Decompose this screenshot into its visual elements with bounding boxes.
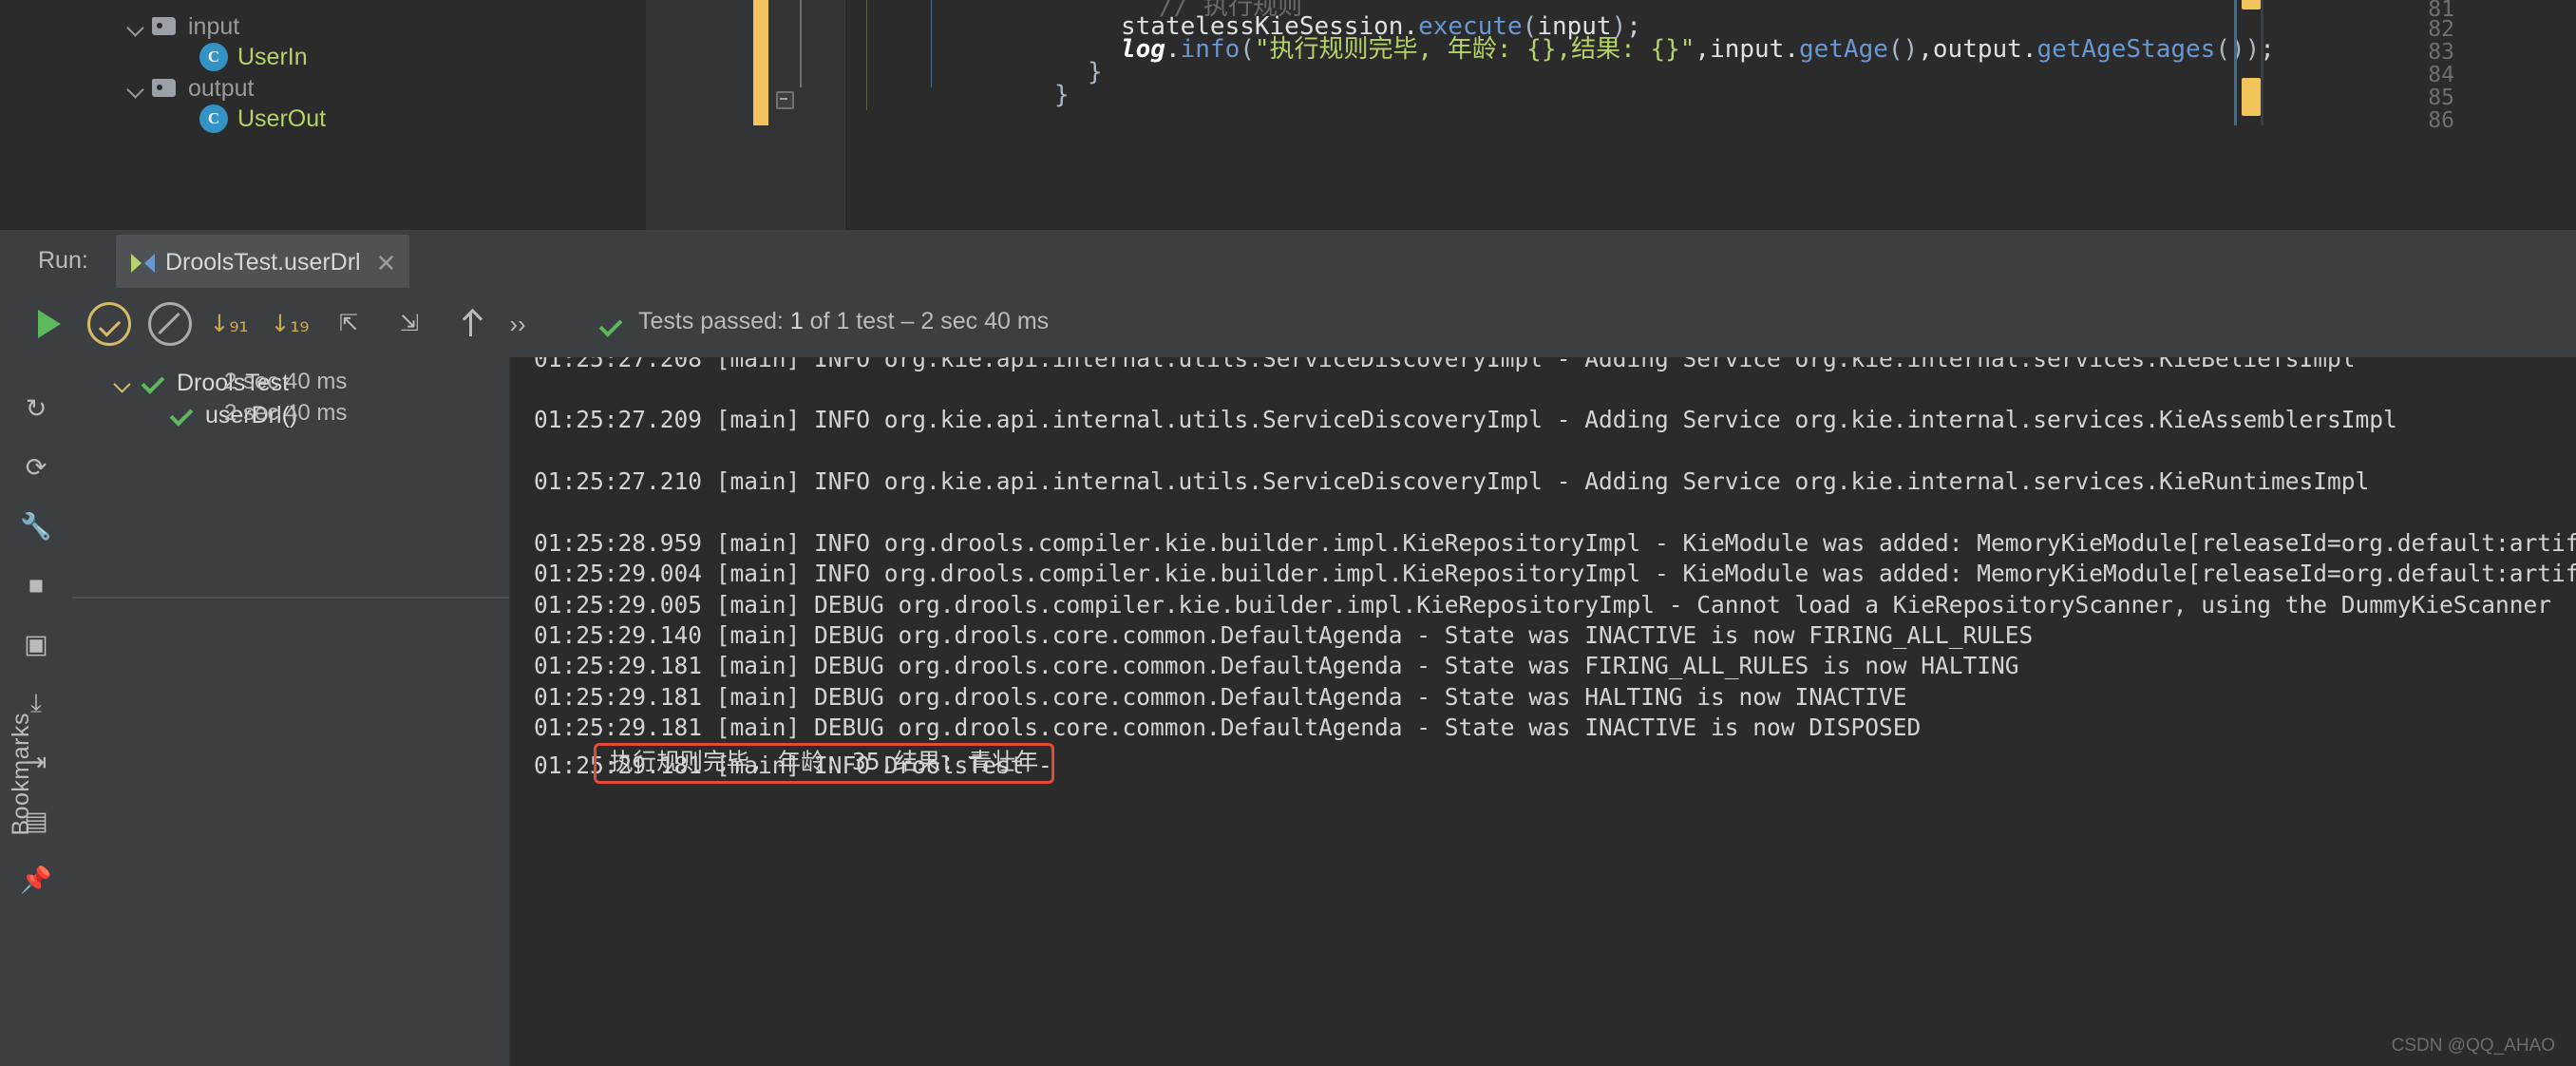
run-tab-droolstest-userdrl[interactable]: DroolsTest.userDrl ✕: [116, 235, 410, 288]
code-token: input: [1710, 35, 1785, 64]
console-line: 01:25:27.208 [main] INFO org.kie.api.int…: [534, 357, 2356, 372]
console-line: 01:25:29.005 [main] DEBUG org.drools.com…: [534, 591, 2552, 619]
status-prefix: Tests passed:: [638, 308, 790, 334]
rerun-auto-icon[interactable]: ⟳: [13, 445, 59, 490]
show-ignored-button[interactable]: [148, 302, 192, 346]
collapse-all-button[interactable]: ⇲: [388, 302, 431, 346]
test-tree-bottom-border: [72, 597, 509, 599]
tree-item-userout[interactable]: C UserOut: [199, 92, 326, 145]
indent-guide: [931, 0, 932, 87]
top-area: input C UserIn output C UserOut 81 82 83…: [0, 0, 2576, 230]
stop-icon[interactable]: ■: [13, 562, 59, 608]
test-passed-icon: [139, 369, 167, 397]
run-tab-label: DroolsTest.userDrl: [165, 249, 361, 276]
show-passed-button[interactable]: [87, 302, 131, 346]
pin-icon[interactable]: 📌: [13, 857, 59, 903]
close-icon[interactable]: ✕: [376, 251, 397, 276]
rerun-button[interactable]: [27, 302, 70, 346]
vcs-change-marker[interactable]: [753, 0, 768, 125]
chevron-down-icon[interactable]: [110, 371, 135, 395]
bookmarks-tool-button[interactable]: Bookmarks: [8, 713, 35, 836]
code-fold-marker[interactable]: [773, 87, 794, 109]
code-token: .: [1784, 35, 1799, 64]
line-number: 83: [2428, 40, 2454, 65]
console-line: 01:25:29.140 [main] DEBUG org.drools.cor…: [534, 621, 2034, 649]
screenshot-icon[interactable]: ▣: [13, 621, 59, 667]
test-status-text: Tests passed: 1 of 1 test – 2 sec 40 ms: [638, 308, 1049, 335]
code-token: }: [1088, 58, 1103, 86]
code-line-84: }: [1088, 60, 1103, 85]
status-suffix: of 1 test – 2 sec 40 ms: [803, 308, 1050, 334]
code-token: output: [1932, 35, 2022, 64]
indent-guide: [866, 0, 867, 110]
test-node-duration: 2 sec 40 ms: [224, 400, 348, 426]
editor-gutter[interactable]: [646, 0, 845, 230]
console-line: 01:25:29.181 [main] DEBUG org.drools.cor…: [534, 652, 2019, 679]
folder-icon: [150, 14, 179, 39]
line-number: 85: [2428, 86, 2454, 110]
code-token: (): [2215, 35, 2245, 64]
status-count: 1: [789, 308, 804, 334]
code-token: (): [1887, 35, 1919, 64]
scroll-marker[interactable]: [2242, 78, 2261, 116]
class-icon: C: [199, 105, 228, 133]
code-line-83: log.info("执行规则完毕, 年龄: {},结果: {}",input.g…: [1121, 37, 2275, 62]
console-line: 01:25:27.209 [main] INFO org.kie.api.int…: [534, 406, 2397, 433]
run-tabbar: Run: DroolsTest.userDrl ✕: [0, 230, 2576, 289]
rerun-failed-icon[interactable]: ↻: [13, 386, 59, 431]
code-token: getAgeStages: [2036, 35, 2216, 64]
chevron-down-icon[interactable]: [123, 14, 148, 39]
tree-item-label: UserOut: [237, 105, 327, 132]
line-number: 82: [2428, 17, 2454, 42]
code-token: info: [1180, 35, 1241, 64]
sort-alphabetically-button[interactable]: ↓₉₁: [207, 302, 251, 346]
code-token: ,: [1918, 35, 1933, 64]
chevron-down-icon[interactable]: [123, 76, 148, 101]
test-passed-icon: [167, 401, 196, 429]
console-line: 01:25:29.181 [main] DEBUG org.drools.cor…: [534, 683, 1907, 711]
tests-passed-icon: [598, 314, 623, 338]
editor-right-border: [2261, 0, 2263, 125]
test-results-tree: DroolsTest 2 sec 40 ms userDrl() 2 sec 4…: [72, 357, 509, 1066]
expand-all-button[interactable]: ⇱: [327, 302, 370, 346]
code-token: .: [1165, 35, 1181, 64]
code-line-85: }: [1054, 83, 1070, 107]
previous-failed-test-button[interactable]: [448, 302, 492, 346]
code-token: log: [1121, 35, 1165, 64]
code-token: ): [2245, 35, 2261, 64]
gutter-separator: [844, 0, 845, 230]
code-token: getAge: [1799, 35, 1888, 64]
ide-window: input C UserIn output C UserOut 81 82 83…: [0, 0, 2576, 1066]
code-token: }: [1054, 81, 1070, 109]
editor-right-rail: [2234, 0, 2237, 125]
code-token: "执行规则完毕, 年龄: {},结果: {}": [1254, 35, 1695, 64]
run-side-toolbar: ↻ ⟳ 🔧 ■ ▣ ⤓ ⇥ ▤ 📌: [0, 357, 72, 1066]
code-fold-line[interactable]: [800, 0, 802, 87]
line-number: 84: [2428, 63, 2454, 87]
run-window-label: Run:: [38, 247, 88, 274]
code-token: ,: [1695, 35, 1711, 64]
scroll-marker[interactable]: [2242, 0, 2261, 10]
settings-wrench-icon[interactable]: 🔧: [13, 504, 59, 549]
console-output[interactable]: 01:25:27.208 [main] INFO org.kie.api.int…: [511, 357, 2576, 1066]
run-toolbar: ↓₉₁ ↓₁₉ ⇱ ⇲ ›› Tests passed: 1 of 1 test…: [0, 289, 2576, 357]
code-token: .: [2021, 35, 2037, 64]
code-token: (: [1240, 35, 1255, 64]
folder-icon: [150, 76, 179, 101]
next-failed-test-button[interactable]: ››: [496, 302, 540, 346]
console-line: 01:25:27.210 [main] INFO org.kie.api.int…: [534, 467, 2370, 495]
sort-by-duration-button[interactable]: ↓₁₉: [268, 302, 312, 346]
highlight-annotation-box: 执行规则完毕, 年龄: 35,结果: 青壮年: [594, 743, 1055, 784]
console-line: 01:25:29.004 [main] INFO org.drools.comp…: [534, 560, 2576, 587]
watermark-label: CSDN @QQ_AHAO: [2391, 1036, 2555, 1056]
project-tree: input C UserIn output C UserOut: [0, 0, 646, 230]
run-tool-window: Run: DroolsTest.userDrl ✕ ↓₉₁ ↓₁₉ ⇱ ⇲ ››…: [0, 230, 2576, 1066]
line-number: 86: [2428, 108, 2454, 133]
console-line: 01:25:29.181 [main] DEBUG org.drools.cor…: [534, 714, 1922, 741]
console-line: 01:25:28.959 [main] INFO org.drools.comp…: [534, 529, 2576, 557]
code-editor[interactable]: 81 82 83 84 85 86 // 执行规则 statelessKieSe…: [646, 0, 2576, 230]
run-config-icon: [131, 251, 156, 276]
